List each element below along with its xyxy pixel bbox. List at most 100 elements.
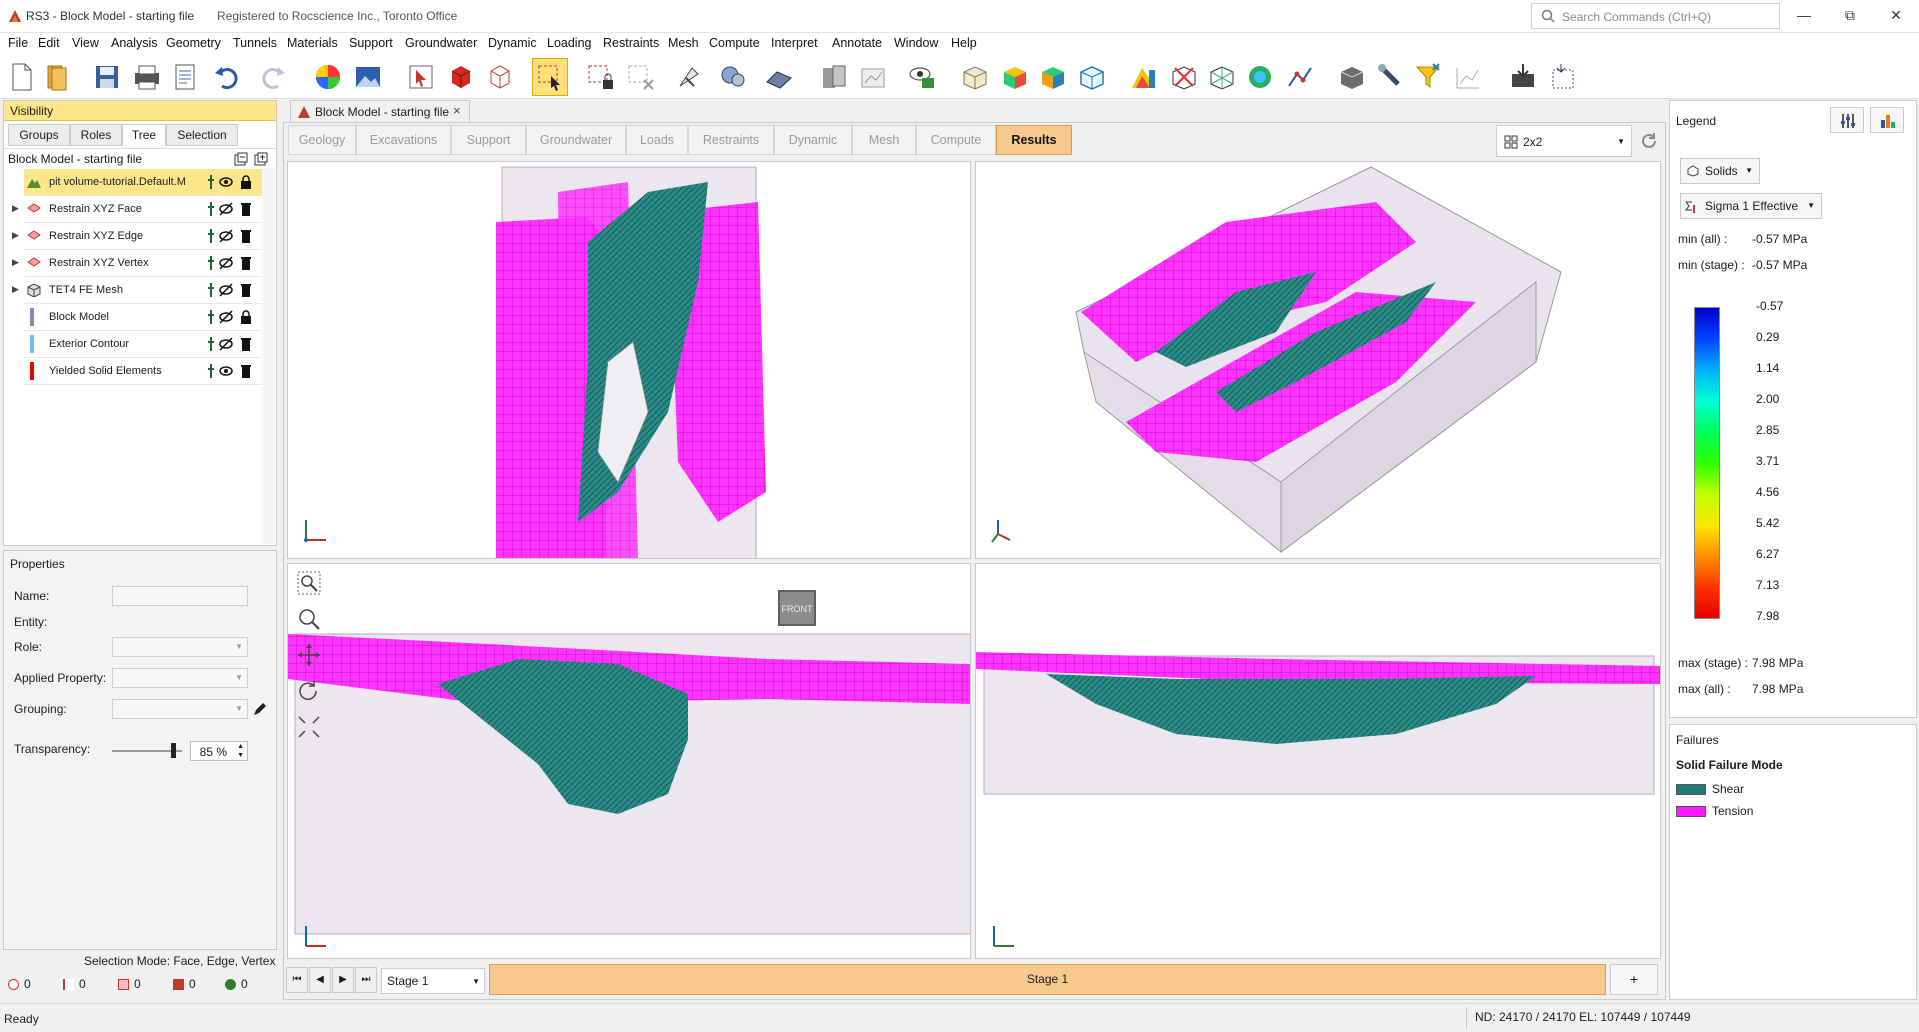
viewport-front[interactable]: FRONT [287,563,971,959]
minimize-button[interactable]: — [1781,0,1827,33]
outline-box-icon[interactable] [1075,60,1109,94]
tree-item-mesh[interactable]: ▶ TET4 FE Mesh [12,277,262,304]
menu-dynamic[interactable]: Dynamic [488,36,537,50]
3d-box-red-icon[interactable] [444,60,478,94]
transparency-slider-handle[interactable] [171,743,176,758]
chart-view-icon[interactable] [857,60,891,94]
first-stage-button[interactable]: ⏮ [286,967,308,993]
last-stage-button[interactable]: ⏭ [355,967,377,993]
zoom-icon[interactable] [296,606,322,632]
add-stage-button[interactable]: + [1610,964,1658,995]
delete-icon[interactable] [239,363,253,379]
grouping-select[interactable]: ▼ [112,699,248,719]
lock-icon[interactable] [239,309,253,325]
stage-select[interactable]: Stage 1 ▼ [381,968,485,994]
tab-selection[interactable]: Selection [166,124,238,146]
shaded-box-icon[interactable] [998,60,1032,94]
workflow-loads[interactable]: Loads [626,125,688,155]
print-icon[interactable] [130,60,164,94]
rotate-icon[interactable] [296,678,322,704]
eye-icon[interactable] [219,174,233,190]
menu-help[interactable]: Help [951,36,977,50]
lock-select-icon[interactable] [584,60,618,94]
menu-compute[interactable]: Compute [709,36,760,50]
zoom-window-icon[interactable] [296,570,322,596]
query-line-icon[interactable] [1283,60,1317,94]
workflow-compute[interactable]: Compute [916,125,996,155]
role-select[interactable]: ▼ [112,637,248,657]
data-type-dropdown[interactable]: Sigma 1 Effective ▼ [1680,193,1822,219]
pick-tool-icon[interactable] [672,60,706,94]
pin-icon[interactable] [204,363,218,379]
refresh-icon[interactable] [1638,130,1660,152]
mesh-box-icon[interactable] [1205,60,1239,94]
bolt-support-icon[interactable] [1373,60,1407,94]
eye-hidden-icon[interactable] [219,309,233,325]
delete-icon[interactable] [239,201,253,217]
tab-roles[interactable]: Roles [70,124,122,146]
pin-icon[interactable] [204,255,218,271]
pin-icon[interactable] [204,336,218,352]
close-tab-icon[interactable]: × [453,103,461,118]
wireframe-box-icon[interactable] [958,60,992,94]
face-count[interactable]: 0 [118,977,141,991]
pin-icon[interactable] [204,282,218,298]
stage-tab[interactable]: Stage 1 [489,964,1606,995]
menu-interpret[interactable]: Interpret [771,36,818,50]
collapse-all-icon[interactable] [254,152,268,166]
menu-file[interactable]: File [8,36,28,50]
display-options-icon[interactable] [906,60,940,94]
expand-all-icon[interactable] [234,152,248,166]
menu-view[interactable]: View [72,36,99,50]
expand-arrow-icon[interactable]: ▶ [12,230,19,241]
name-field[interactable] [112,586,248,606]
expand-arrow-icon[interactable]: ▶ [12,284,19,295]
deselect-icon[interactable] [624,60,658,94]
tree-item-restrain-edge[interactable]: ▶ Restrain XYZ Edge [12,223,262,250]
viewport-top[interactable] [287,161,971,559]
box-select-button[interactable] [532,58,568,96]
save-icon[interactable] [90,60,124,94]
menu-geometry[interactable]: Geometry [166,36,221,50]
tree-scrollbar[interactable] [262,168,275,544]
legend-settings-button[interactable] [1830,107,1864,133]
3d-box-outline-icon[interactable] [483,60,517,94]
select-tool-icon[interactable] [404,60,438,94]
tree-item-pit-volume[interactable]: pit volume-tutorial.Default.M [24,169,262,196]
graph-tool-icon[interactable] [1451,60,1485,94]
zoom-extents-icon[interactable] [296,714,322,740]
delete-icon[interactable] [239,336,253,352]
color-wheel-icon[interactable] [311,60,345,94]
menu-groundwater[interactable]: Groundwater [405,36,477,50]
tree-item-yielded-elements[interactable]: Yielded Solid Elements [24,358,262,385]
command-search-input[interactable]: Search Commands (Ctrl+Q) [1531,3,1780,29]
eye-hidden-icon[interactable] [219,336,233,352]
delete-icon[interactable] [239,255,253,271]
viewport-perspective[interactable] [975,161,1661,559]
pin-icon[interactable] [204,174,218,190]
applied-property-select[interactable]: ▼ [112,668,248,688]
tab-tree[interactable]: Tree [122,124,166,146]
workflow-geology[interactable]: Geology [288,125,356,155]
workflow-restraints[interactable]: Restraints [688,125,774,155]
menu-mesh[interactable]: Mesh [668,36,699,50]
view-sphere-icon[interactable] [716,60,750,94]
menu-loading[interactable]: Loading [547,36,592,50]
contour-box-icon[interactable] [1036,60,1070,94]
next-stage-button[interactable]: ▶ [332,967,354,993]
workflow-dynamic[interactable]: Dynamic [774,125,852,155]
iso-surface-icon[interactable] [1243,60,1277,94]
menu-analysis[interactable]: Analysis [111,36,158,50]
open-folder-icon[interactable] [42,60,76,94]
legend-chart-button[interactable] [1870,107,1904,133]
pin-icon[interactable] [204,228,218,244]
eye-icon[interactable] [219,363,233,379]
delete-icon[interactable] [239,282,253,298]
eye-hidden-icon[interactable] [219,201,233,217]
menu-support[interactable]: Support [349,36,393,50]
workflow-mesh[interactable]: Mesh [852,125,916,155]
section-icon[interactable] [817,60,851,94]
pin-icon[interactable] [204,309,218,325]
menu-annotate[interactable]: Annotate [832,36,882,50]
expand-arrow-icon[interactable]: ▶ [12,257,19,268]
